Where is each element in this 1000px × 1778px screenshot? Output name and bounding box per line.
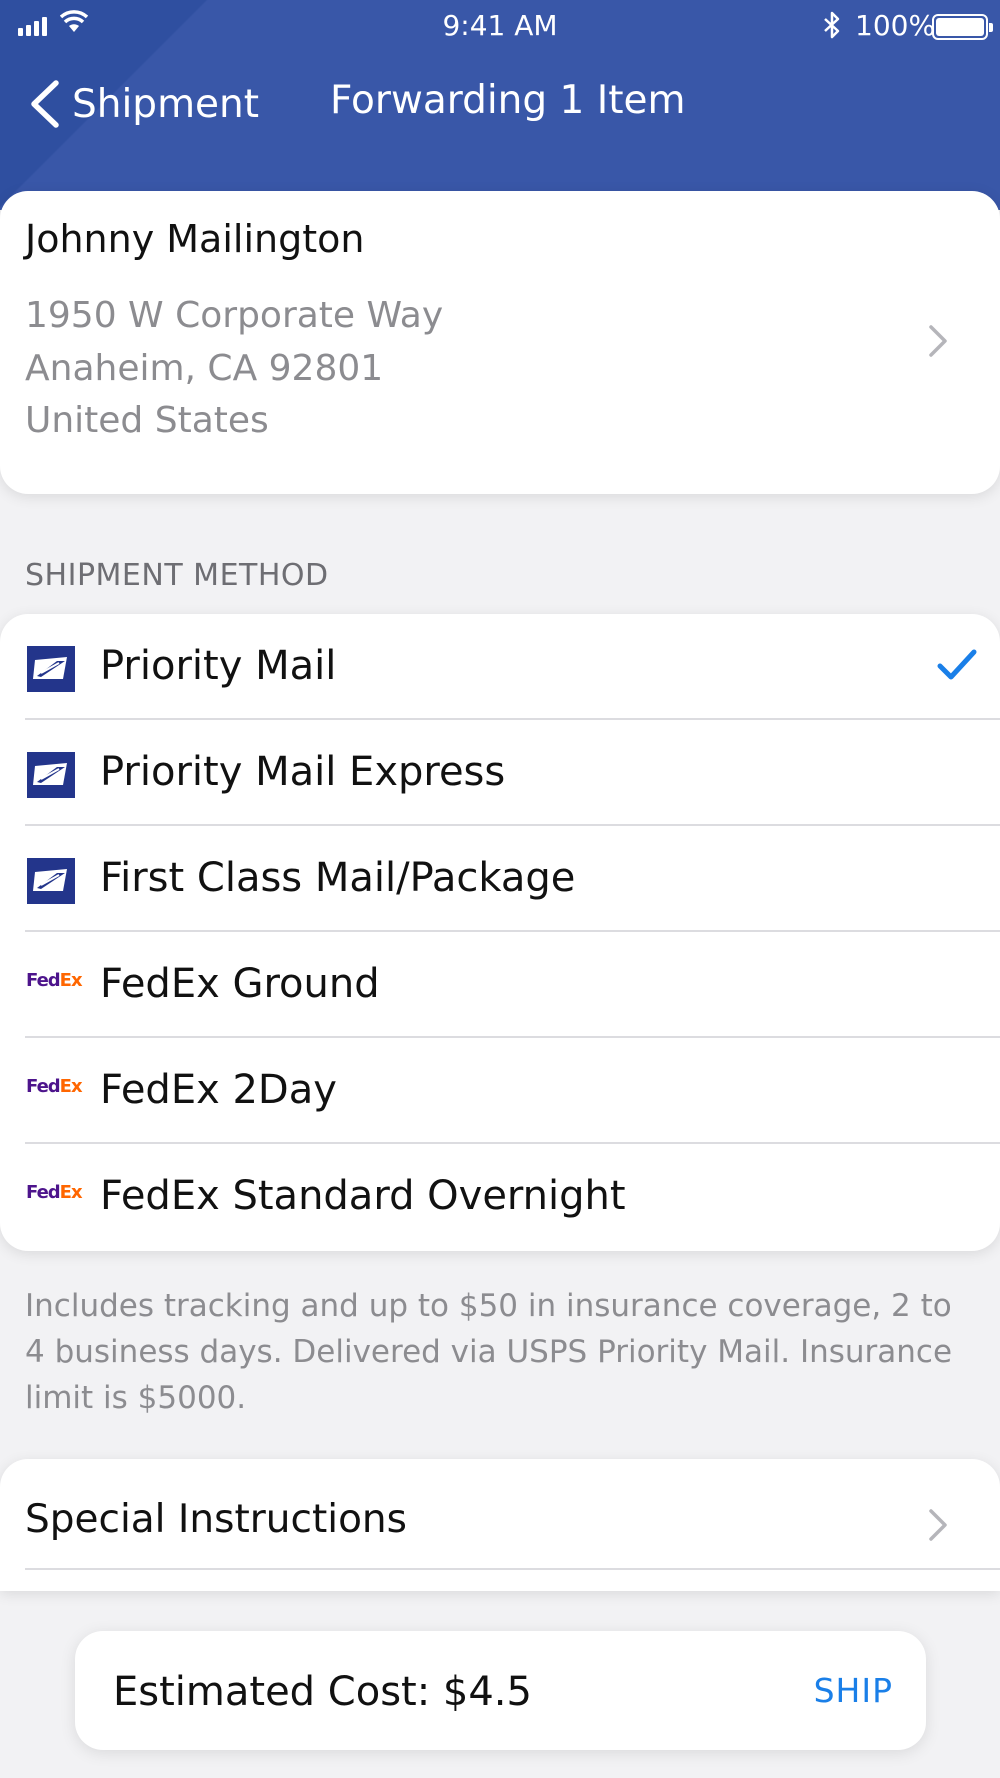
page-title: Forwarding 1 Item — [330, 78, 686, 123]
estimated-cost-bar: Estimated Cost: $4.5 SHIP — [75, 1631, 926, 1750]
fedex-logo-icon: FedEx — [26, 1182, 83, 1203]
navigation-header: 9:41 AM 100% Shipment Forwarding 1 Item — [0, 0, 1000, 210]
special-instructions-label: Special Instructions — [25, 1497, 407, 1542]
usps-eagle-icon — [27, 646, 75, 692]
status-bar: 9:41 AM 100% — [0, 0, 1000, 50]
method-label: Priority Mail Express — [100, 749, 506, 795]
checkmark-icon — [937, 649, 977, 680]
row-divider — [25, 1568, 1000, 1570]
battery-icon — [932, 14, 993, 40]
battery-percentage: 100% — [855, 9, 936, 42]
method-row-priority-mail-express[interactable]: Priority Mail Express — [0, 720, 1000, 826]
address-line-2: Anaheim, CA 92801 — [25, 348, 384, 389]
shipment-method-list: Priority Mail Priority Mail Express Firs… — [0, 614, 1000, 1251]
fedex-logo-icon: FedEx — [26, 1076, 83, 1097]
estimated-cost-label: Estimated Cost: $4.5 — [113, 1669, 532, 1715]
bluetooth-icon — [824, 11, 840, 39]
method-label: First Class Mail/Package — [100, 855, 576, 901]
recipient-name: Johnny Mailington — [25, 217, 365, 261]
shipping-address-card[interactable]: Johnny Mailington 1950 W Corporate Way A… — [0, 191, 1000, 494]
method-description: Includes tracking and up to $50 in insur… — [25, 1288, 953, 1416]
method-label: Priority Mail — [100, 643, 337, 689]
method-row-fedex-ground[interactable]: FedEx FedEx Ground — [0, 932, 1000, 1038]
method-label: FedEx 2Day — [100, 1067, 337, 1113]
status-time: 9:41 AM — [442, 9, 558, 42]
usps-eagle-icon — [27, 752, 75, 798]
method-row-first-class[interactable]: First Class Mail/Package — [0, 826, 1000, 932]
back-button-label: Shipment — [72, 81, 260, 127]
shipment-method-header: SHIPMENT METHOD — [25, 558, 329, 593]
method-row-fedex-2day[interactable]: FedEx FedEx 2Day — [0, 1038, 1000, 1144]
method-row-fedex-standard-overnight[interactable]: FedEx FedEx Standard Overnight — [0, 1144, 1000, 1250]
address-line-1: 1950 W Corporate Way — [25, 295, 444, 336]
method-label: FedEx Ground — [100, 961, 380, 1007]
address-line-3: United States — [25, 400, 269, 441]
chevron-right-icon — [929, 1509, 947, 1541]
back-chevron-icon — [31, 80, 59, 128]
ship-button[interactable]: SHIP — [814, 1671, 893, 1710]
method-label: FedEx Standard Overnight — [100, 1173, 626, 1219]
usps-eagle-icon — [27, 858, 75, 904]
special-instructions-row[interactable]: Special Instructions — [0, 1459, 1000, 1591]
fedex-logo-icon: FedEx — [26, 970, 83, 991]
method-row-priority-mail[interactable]: Priority Mail — [0, 614, 1000, 720]
back-button[interactable]: Shipment — [28, 76, 259, 132]
chevron-right-icon — [929, 325, 947, 357]
